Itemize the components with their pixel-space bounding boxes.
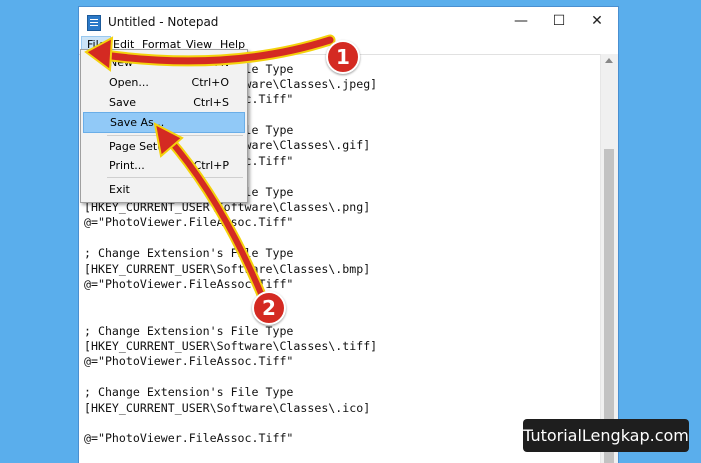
arrow-to-file-menu: [84, 34, 336, 72]
watermark-logo: TutorialLengkap.com: [523, 419, 689, 452]
step-2-badge: 2: [252, 291, 286, 325]
arrow-to-save-as: [153, 122, 267, 301]
step-1-badge: 1: [326, 40, 360, 74]
